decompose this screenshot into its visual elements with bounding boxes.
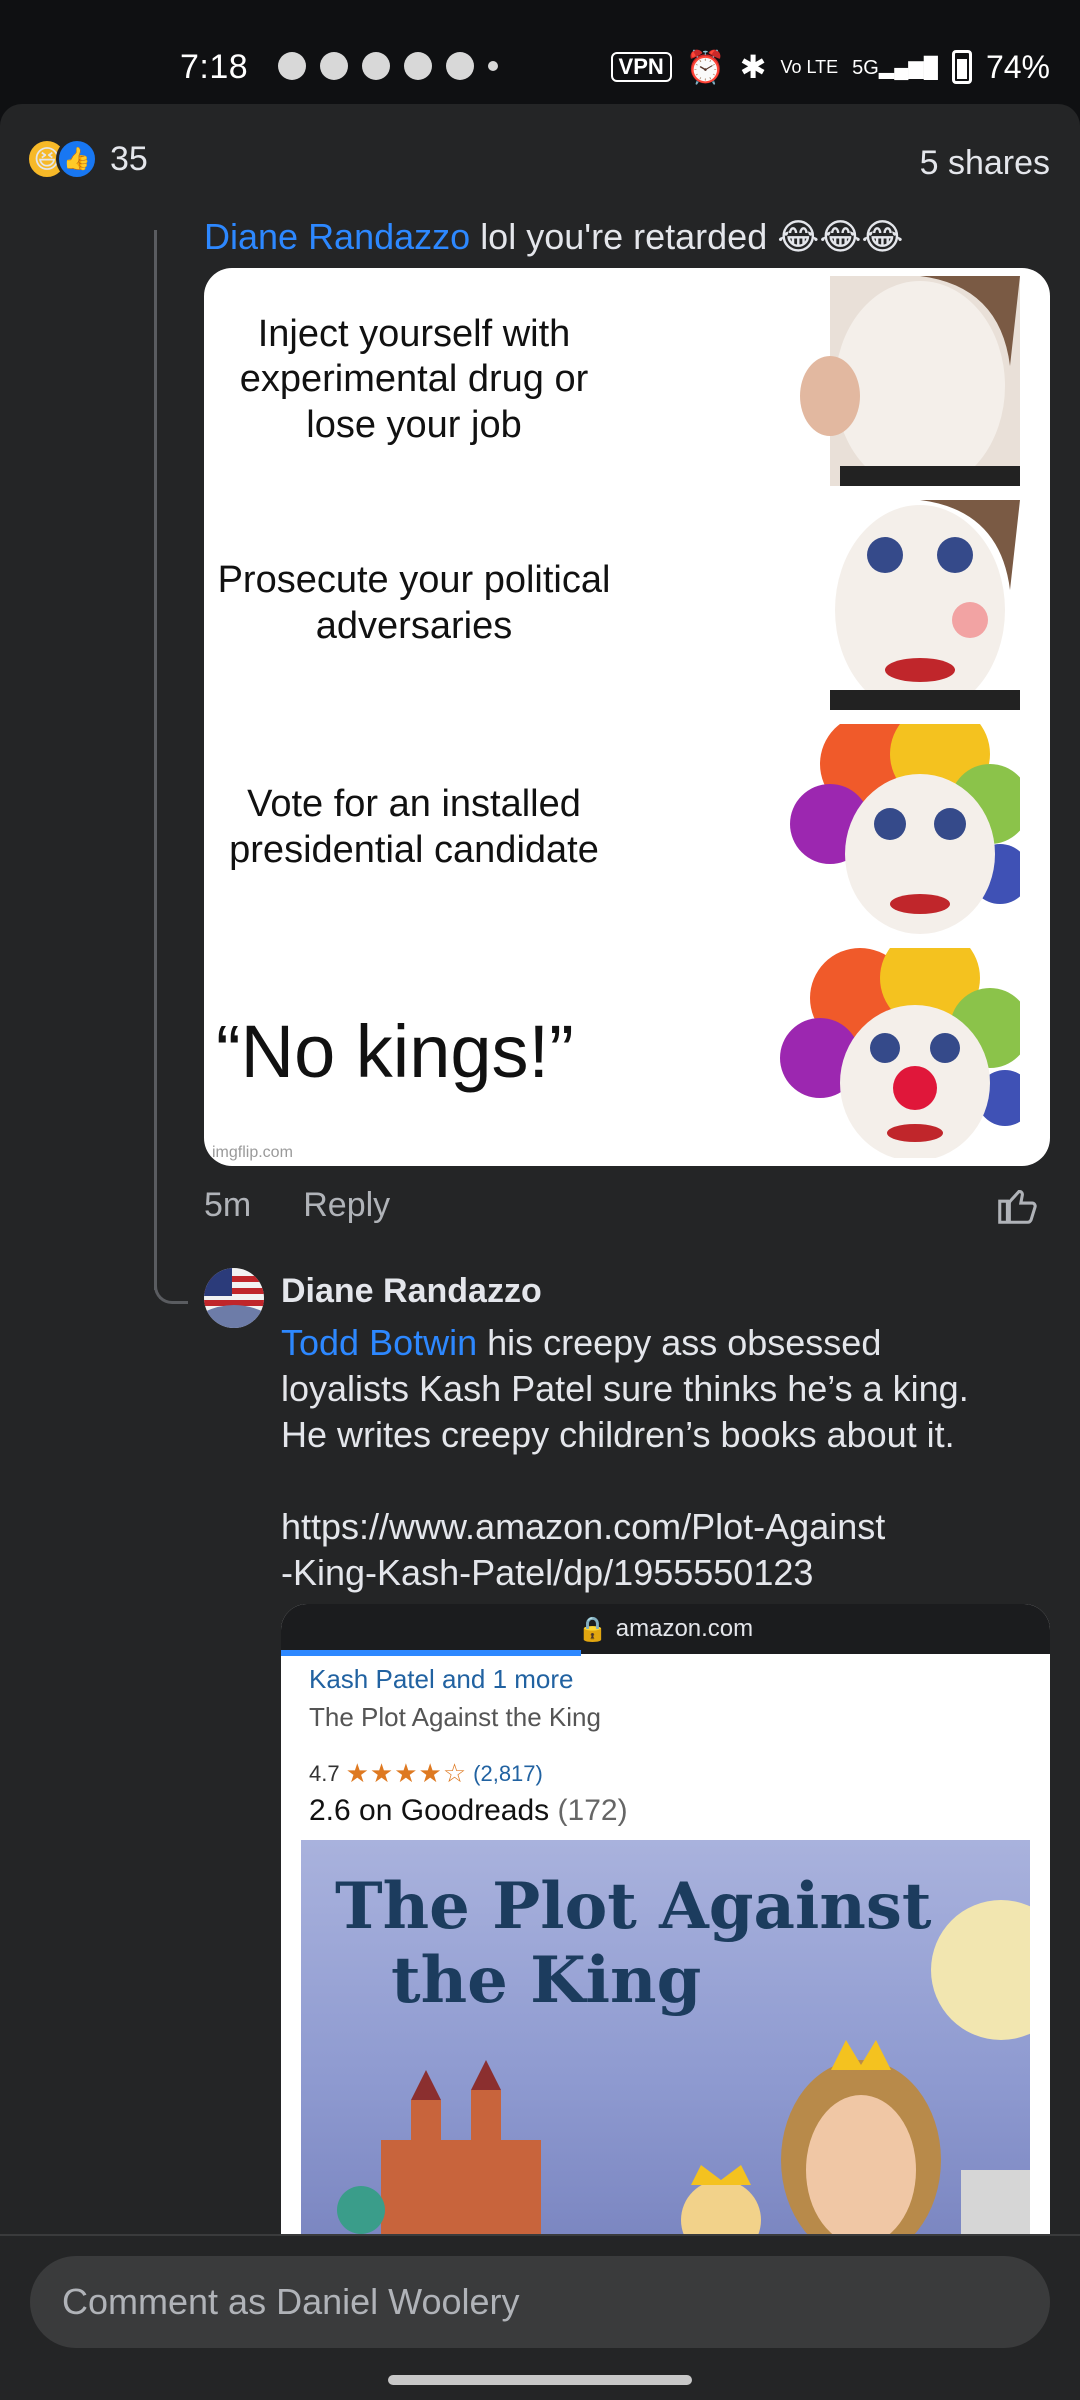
lock-icon: 🔒 bbox=[577, 1615, 608, 1643]
network-type: 5G bbox=[852, 56, 879, 79]
like-icon[interactable] bbox=[994, 1182, 1040, 1228]
preview-content: Kash Patel and 1 more The Plot Against t… bbox=[281, 1656, 1050, 2234]
comment-body: lol you're retarded 😂😂😂 bbox=[480, 216, 903, 257]
flag-avatar-icon bbox=[204, 1268, 264, 1328]
signal-icon: 5G▂▄▆█ bbox=[852, 56, 938, 79]
meme-panel: Vote for an installed presidential candi… bbox=[204, 716, 1050, 940]
comment-text: his creepy ass obsessed bbox=[477, 1322, 882, 1363]
clown-face-3 bbox=[790, 724, 1020, 934]
reaction-count: 35 bbox=[110, 139, 148, 178]
comment-body-text: lol you're retarded bbox=[480, 216, 768, 257]
shares-count[interactable]: 5 shares bbox=[920, 144, 1050, 183]
comment-time: 5m bbox=[204, 1186, 252, 1224]
mention-link[interactable]: Todd Botwin bbox=[281, 1322, 477, 1363]
meme-image[interactable]: Inject yourself with experimental drug o… bbox=[204, 268, 1050, 1166]
rating-count: (2,817) bbox=[473, 1760, 543, 1786]
meme-panel: “No kings!” bbox=[204, 940, 1050, 1164]
clown-face-4 bbox=[780, 948, 1020, 1158]
preview-domain: amazon.com bbox=[615, 1615, 754, 1642]
comment-url[interactable]: -King-Kash-Patel/dp/1955550123 bbox=[281, 1550, 1041, 1596]
meme-caption: Vote for an installed presidential candi… bbox=[229, 783, 599, 871]
avatar[interactable] bbox=[204, 1268, 264, 1328]
comment-line: Todd Botwin his creepy ass obsessed bbox=[281, 1320, 1041, 1366]
chat-icon bbox=[278, 52, 306, 80]
cover-illustration bbox=[337, 1900, 1030, 2234]
rating-value: 4.7 bbox=[309, 1760, 340, 1786]
system-icons: VPN ⏰ ✱ Vo LTE 5G▂▄▆█ 74% bbox=[610, 48, 1050, 86]
meme-caption: Inject yourself with experimental drug o… bbox=[239, 312, 589, 446]
comment-emojis: 😂😂😂 bbox=[777, 216, 904, 257]
notification-icons bbox=[278, 52, 498, 80]
snapchat-icon bbox=[320, 52, 348, 80]
home-indicator[interactable] bbox=[388, 2375, 692, 2385]
messenger-icon bbox=[446, 52, 474, 80]
goodreads-count: (172) bbox=[557, 1794, 628, 1827]
comment-line: He writes creepy children’s books about … bbox=[281, 1414, 955, 1455]
comment-line: loyalists Kash Patel sure thinks he’s a … bbox=[281, 1368, 969, 1409]
clown-face-1 bbox=[800, 276, 1020, 486]
book-title: The Plot Against the King bbox=[309, 1702, 601, 1732]
battery-icon bbox=[951, 50, 972, 84]
status-time: 7:18 bbox=[180, 48, 249, 86]
volte-icon: Vo LTE bbox=[780, 56, 839, 77]
mention-link[interactable]: Diane Randazzo bbox=[204, 216, 470, 257]
meme-watermark: imgflip.com bbox=[212, 1144, 293, 1161]
comment-body: Todd Botwin his creepy ass obsessed loya… bbox=[281, 1320, 1041, 1596]
book-cover: The Plot Against the King bbox=[301, 1840, 1030, 2234]
meme-panel: Prosecute your political adversaries bbox=[204, 492, 1050, 716]
comment-composer[interactable] bbox=[30, 2256, 1050, 2348]
comment-text: Diane Randazzo lol you're retarded 😂😂😂 bbox=[204, 216, 903, 258]
vpn-icon: VPN bbox=[610, 52, 672, 82]
comment-author[interactable]: Diane Randazzo bbox=[281, 1272, 542, 1311]
alarm-icon: ⏰ bbox=[685, 49, 726, 85]
status-bar: 7:18 VPN ⏰ ✱ Vo LTE 5G▂▄▆█ 74% bbox=[0, 0, 1080, 104]
thread-line bbox=[154, 230, 157, 1290]
goodreads-rating: 2.6 on Goodreads (172) bbox=[309, 1794, 628, 1828]
reply-button[interactable]: Reply bbox=[303, 1186, 390, 1225]
clown-face-2 bbox=[830, 500, 1020, 710]
book-author: Kash Patel and 1 more bbox=[309, 1664, 574, 1694]
rating-stars-icon: ★★★★☆ bbox=[345, 1758, 468, 1788]
meme-panel: Inject yourself with experimental drug o… bbox=[204, 268, 1050, 492]
comment-url[interactable]: https://www.amazon.com/Plot-Against bbox=[281, 1504, 1041, 1550]
comment-input[interactable] bbox=[30, 2256, 1050, 2348]
comment-meta: 5m Reply bbox=[204, 1186, 390, 1225]
thread-elbow bbox=[154, 1284, 188, 1304]
meme-caption: “No kings!” bbox=[216, 1009, 574, 1093]
battery-percent: 74% bbox=[985, 48, 1050, 85]
book-rating: 4.7 ★★★★☆ (2,817) bbox=[309, 1758, 543, 1789]
like-reaction-icon: 👍 bbox=[56, 138, 98, 180]
bluetooth-icon: ✱ bbox=[739, 49, 767, 85]
goodreads-label: 2.6 on Goodreads bbox=[309, 1794, 550, 1827]
link-preview[interactable]: 🔒 amazon.com Kash Patel and 1 more The P… bbox=[281, 1604, 1050, 2234]
preview-url-bar: 🔒 amazon.com bbox=[281, 1604, 1050, 1656]
messenger-icon bbox=[362, 52, 390, 80]
messenger-icon bbox=[404, 52, 432, 80]
comments-sheet[interactable]: 😆 👍 35 5 shares Diane Randazzo lol you'r… bbox=[0, 104, 1080, 2234]
reactions-summary[interactable]: 😆 👍 35 bbox=[26, 138, 148, 180]
dot-icon bbox=[488, 61, 498, 71]
meme-caption: Prosecute your political adversaries bbox=[217, 559, 611, 647]
